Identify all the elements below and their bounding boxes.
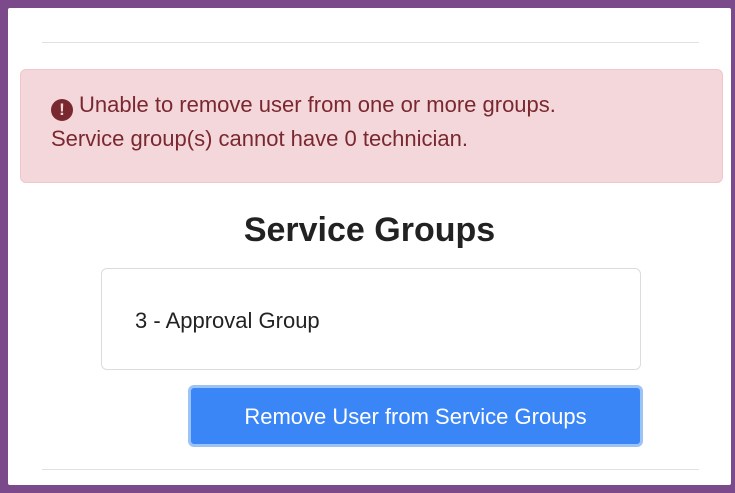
alert-message-line2: Service group(s) cannot have 0 technicia… <box>51 126 469 151</box>
exclamation-circle-icon: ! <box>51 99 73 121</box>
remove-user-from-service-groups-button[interactable]: Remove User from Service Groups <box>188 385 643 447</box>
list-item[interactable]: 3 - Approval Group <box>135 307 320 335</box>
screenshot-frame: ! Unable to remove user from one or more … <box>0 0 735 493</box>
section-title: Service Groups <box>243 211 496 249</box>
content-panel: ! Unable to remove user from one or more … <box>8 8 731 485</box>
top-divider <box>42 42 699 43</box>
alert-line-1: ! Unable to remove user from one or more … <box>51 88 722 122</box>
alert-message-line1: Unable to remove user from one or more g… <box>79 92 556 117</box>
error-alert: ! Unable to remove user from one or more … <box>20 69 723 183</box>
bottom-divider <box>42 469 699 470</box>
service-group-list: 3 - Approval Group <box>101 268 641 370</box>
